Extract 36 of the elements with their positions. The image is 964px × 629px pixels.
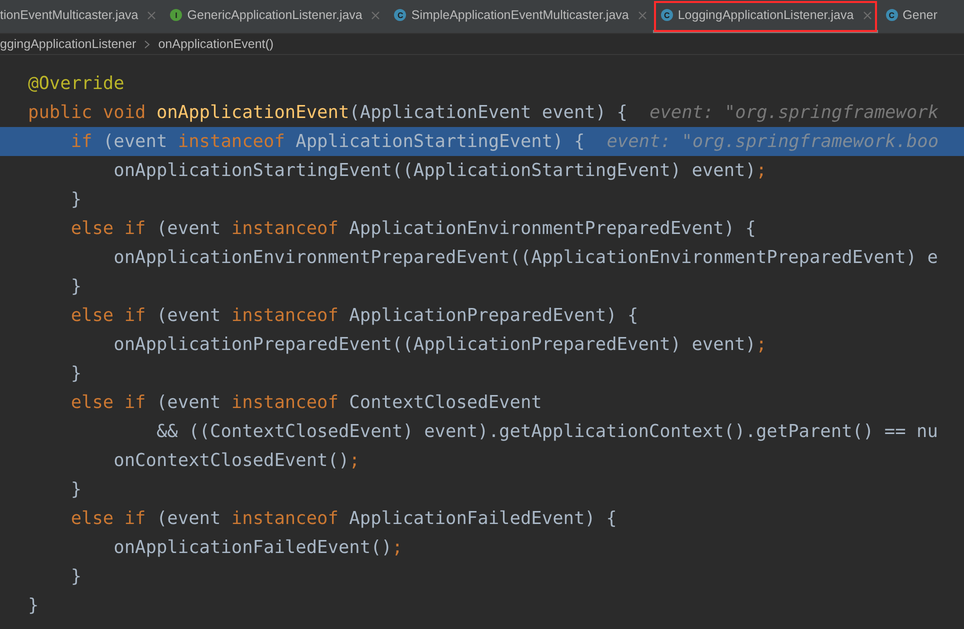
- code-line: @Override: [28, 73, 124, 94]
- close-icon[interactable]: [862, 10, 872, 20]
- code-line: onApplicationStartingEvent((ApplicationStartingEvent) event);: [112, 160, 767, 181]
- code-line: && ((ContextClosedEvent) event).getApplicationContext().getParent() == nu: [155, 421, 938, 442]
- code-line: else if (event instanceof ContextClosedEvent: [70, 392, 542, 413]
- code-line: public void onApplicationEvent(ApplicationEvent event) {: [28, 102, 628, 123]
- code-line: }: [70, 276, 82, 297]
- editor-tab[interactable]: C SimpleApplicationEventMulticaster.java: [386, 0, 653, 33]
- close-icon[interactable]: [371, 10, 380, 20]
- class-file-icon: C: [660, 9, 673, 21]
- inline-hint: event: "org.springframework: [650, 102, 939, 123]
- inline-hint: event: "org.springframework.boo: [606, 131, 939, 152]
- editor-tab[interactable]: C Gener: [878, 0, 944, 33]
- code-line: if (event instanceof ApplicationStartingEvent) {: [70, 131, 585, 152]
- code-line: }: [70, 189, 82, 210]
- close-icon[interactable]: [147, 10, 156, 20]
- code-line: }: [28, 595, 39, 616]
- code-line: else if (event instanceof ApplicationFailedEvent) {: [70, 508, 617, 529]
- close-icon[interactable]: [638, 10, 647, 20]
- code-line: }: [70, 479, 82, 500]
- chevron-icon: [144, 40, 150, 48]
- class-file-icon: I: [170, 9, 182, 21]
- class-file-icon: C: [886, 9, 898, 21]
- code-line: }: [70, 566, 82, 587]
- code-line: onApplicationFailedEvent();: [112, 537, 403, 558]
- editor-tab[interactable]: tionEventMulticaster.java: [0, 0, 162, 33]
- code-line: }: [70, 363, 82, 384]
- code-line: onApplicationEnvironmentPreparedEvent((ApplicationEnvironmentPreparedEvent) e: [112, 247, 938, 268]
- class-file-icon: C: [394, 9, 406, 21]
- code-line: else if (event instanceof ApplicationPreparedEvent) {: [70, 305, 638, 326]
- breadcrumb-item[interactable]: ggingApplicationListener: [0, 37, 136, 51]
- breadcrumb-item[interactable]: onApplicationEvent(): [158, 37, 274, 51]
- code-line: onContextClosedEvent();: [112, 450, 360, 471]
- editor-tab[interactable]: I GenericApplicationListener.java: [162, 0, 386, 33]
- code-line: else if (event instanceof ApplicationEnvironmentPreparedEvent) {: [70, 218, 756, 239]
- code-line: onApplicationPreparedEvent((ApplicationPreparedEvent) event);: [112, 334, 767, 355]
